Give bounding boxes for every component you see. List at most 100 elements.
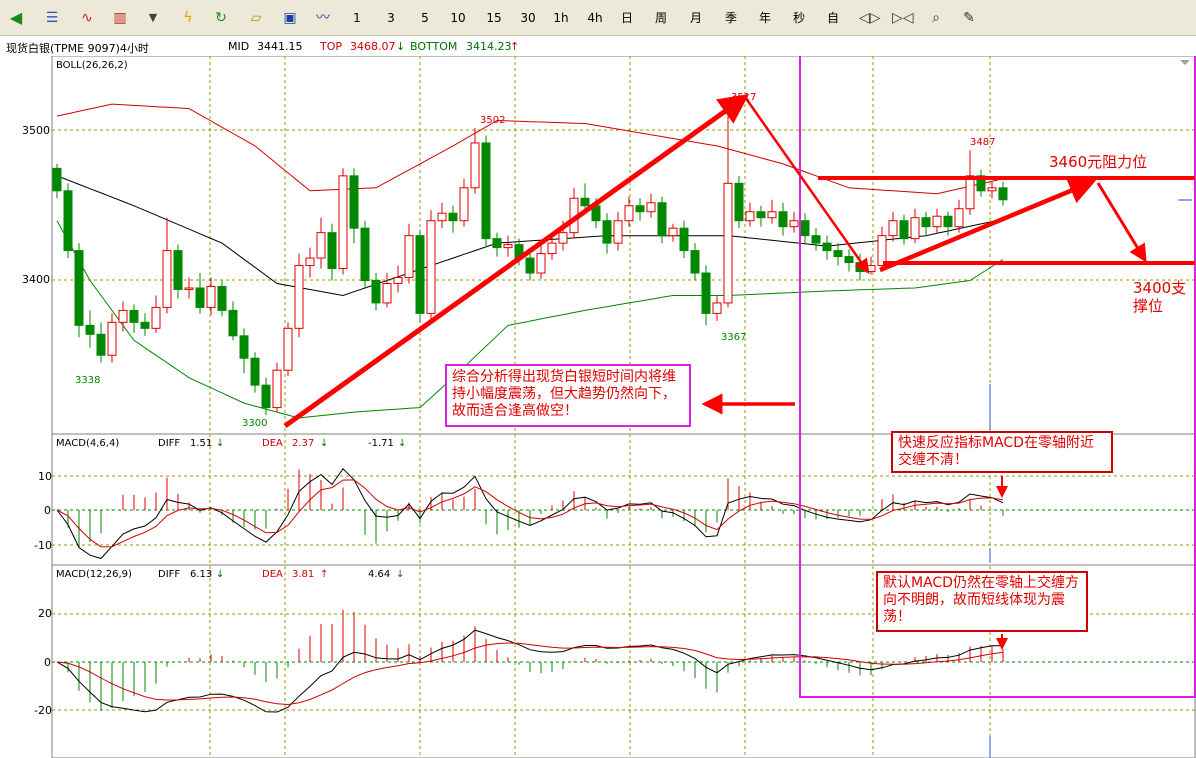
period-day[interactable]: 日 <box>619 7 635 29</box>
candle-body <box>173 250 183 290</box>
period-1h[interactable]: 1h <box>551 7 571 29</box>
info-bar: 现货白银(TPME 9097)4小时 MID 3441.15 TOP 3468.… <box>0 36 1196 56</box>
candle-body <box>822 242 832 252</box>
back-icon[interactable]: ◀ <box>6 8 26 28</box>
candle-body <box>316 232 326 259</box>
macd1-tick-10: 10 <box>38 470 52 483</box>
candle-body <box>140 321 150 329</box>
period-1[interactable]: 1 <box>350 7 364 29</box>
macd1-dea-arrow: ↓ <box>320 438 328 449</box>
default-macd-note: 默认MACD仍然在零轴上交缠方向不明朗，故而短线体现为震荡！ <box>876 571 1088 632</box>
fast-macd-note: 快速反应指标MACD在零轴附近交缠不清！ <box>891 431 1113 473</box>
candle-body <box>195 287 205 308</box>
boll-mid-value: 3441.15 <box>257 40 303 53</box>
refresh-icon[interactable]: ↻ <box>211 8 231 28</box>
candle-body <box>206 285 216 308</box>
period-30[interactable]: 30 <box>518 7 538 29</box>
candle-body <box>272 369 282 409</box>
period-10[interactable]: 10 <box>448 7 468 29</box>
candle-body <box>96 333 106 356</box>
list-icon[interactable]: ☰ <box>42 8 62 28</box>
boll-top-value: 3468.07 <box>350 40 396 53</box>
candle-body <box>404 235 414 279</box>
period-month[interactable]: 月 <box>688 7 704 29</box>
period-3[interactable]: 3 <box>384 7 398 29</box>
price-label-3300: 3300 <box>242 418 267 429</box>
boll-top-label: TOP <box>320 40 343 53</box>
boll-bottom-label: BOTTOM <box>410 40 458 53</box>
candle-body <box>932 215 942 228</box>
period-second[interactable]: 秒 <box>791 7 807 29</box>
draw-icon[interactable]: ✎ <box>959 8 979 28</box>
flash-icon[interactable]: ϟ <box>178 8 198 28</box>
candle-body <box>547 242 557 255</box>
candle-body <box>734 182 744 222</box>
macd1-dea-value: 2.37 <box>292 438 314 449</box>
candle-body <box>459 187 469 222</box>
dropdown-icon[interactable]: ▼ <box>143 8 163 28</box>
candle-body <box>613 220 623 244</box>
resistance-label: 3460元阻力位 <box>1049 153 1148 171</box>
folder-open-icon[interactable]: ▱ <box>246 8 266 28</box>
analysis-note: 综合分析得出现货白银短时间内将维持小幅度震荡，但大趋势仍然向下，故而适合逢高做空… <box>445 364 691 427</box>
candle-body <box>162 250 172 308</box>
candle-body <box>371 280 381 304</box>
period-5[interactable]: 5 <box>418 7 432 29</box>
macd1-diff-arrow: ↓ <box>216 438 224 449</box>
candle-body <box>844 256 854 264</box>
boll-mid-label: MID <box>228 40 250 53</box>
candle-body <box>954 208 964 228</box>
price-label-3502: 3502 <box>480 115 505 126</box>
candle-body <box>690 250 700 274</box>
candle-body <box>800 220 810 237</box>
candle-body <box>778 211 788 228</box>
macd2-dea-arrow: ↑ <box>320 569 328 580</box>
candle-body <box>536 253 546 274</box>
candle-body <box>525 257 535 274</box>
candle-body <box>382 282 392 304</box>
toolbar: ◀ ☰ ∿ ▥ ▼ ϟ ↻ ▱ ▣ 〰 1 3 5 10 15 30 1h 4h… <box>0 0 1196 36</box>
boll-bottom-value: 3414.23 <box>466 40 512 53</box>
candle-body <box>987 187 997 192</box>
macd1-macd-arrow: ↓ <box>398 438 406 449</box>
candle-body <box>811 235 821 244</box>
price-tick-3400: 3400 <box>22 273 50 286</box>
period-custom[interactable]: 自 <box>825 7 841 29</box>
period-year[interactable]: 年 <box>757 7 773 29</box>
candle-body <box>668 227 678 237</box>
save-icon[interactable]: ▣ <box>280 8 300 28</box>
candle-body <box>998 187 1008 201</box>
candle-body <box>965 175 975 210</box>
zoom-icon[interactable]: ⌕ <box>926 8 946 28</box>
support-label-line2: 撑位 <box>1133 297 1164 315</box>
candle-body <box>239 335 249 359</box>
period-quarter[interactable]: 季 <box>723 7 739 29</box>
candle-body <box>151 306 161 329</box>
candle-body <box>492 238 502 249</box>
candle-body <box>833 250 843 258</box>
period-15[interactable]: 15 <box>484 7 504 29</box>
candle-body <box>349 175 359 229</box>
macd2-tick-0: 0 <box>44 656 51 669</box>
candle-body <box>756 211 766 219</box>
candle-body <box>624 205 634 222</box>
candle-body <box>943 215 953 228</box>
bar-chart-icon[interactable]: ▥ <box>110 8 130 28</box>
macd2-diff-value: 6.13 <box>190 569 212 580</box>
boll-top-arrow: ↓ <box>396 40 406 53</box>
price-label-3338: 3338 <box>75 375 100 386</box>
step-left-icon[interactable]: ◁▷ <box>859 8 881 28</box>
step-right-icon[interactable]: ▷◁ <box>892 8 914 28</box>
candle-body <box>129 309 139 323</box>
macd2-diff-arrow: ↓ <box>216 569 224 580</box>
candle-body <box>338 175 348 270</box>
macd1-diff-label: DIFF <box>158 438 180 449</box>
line-chart-icon[interactable]: ∿ <box>77 8 97 28</box>
trend-icon[interactable]: 〰 <box>313 8 333 28</box>
period-week[interactable]: 周 <box>653 7 669 29</box>
macd2-macd-value: 4.64 <box>368 569 390 580</box>
candle-body <box>701 272 711 314</box>
candle-body <box>481 142 491 240</box>
macd1-label: MACD(4,6,4) <box>56 438 119 449</box>
period-4h[interactable]: 4h <box>585 7 605 29</box>
